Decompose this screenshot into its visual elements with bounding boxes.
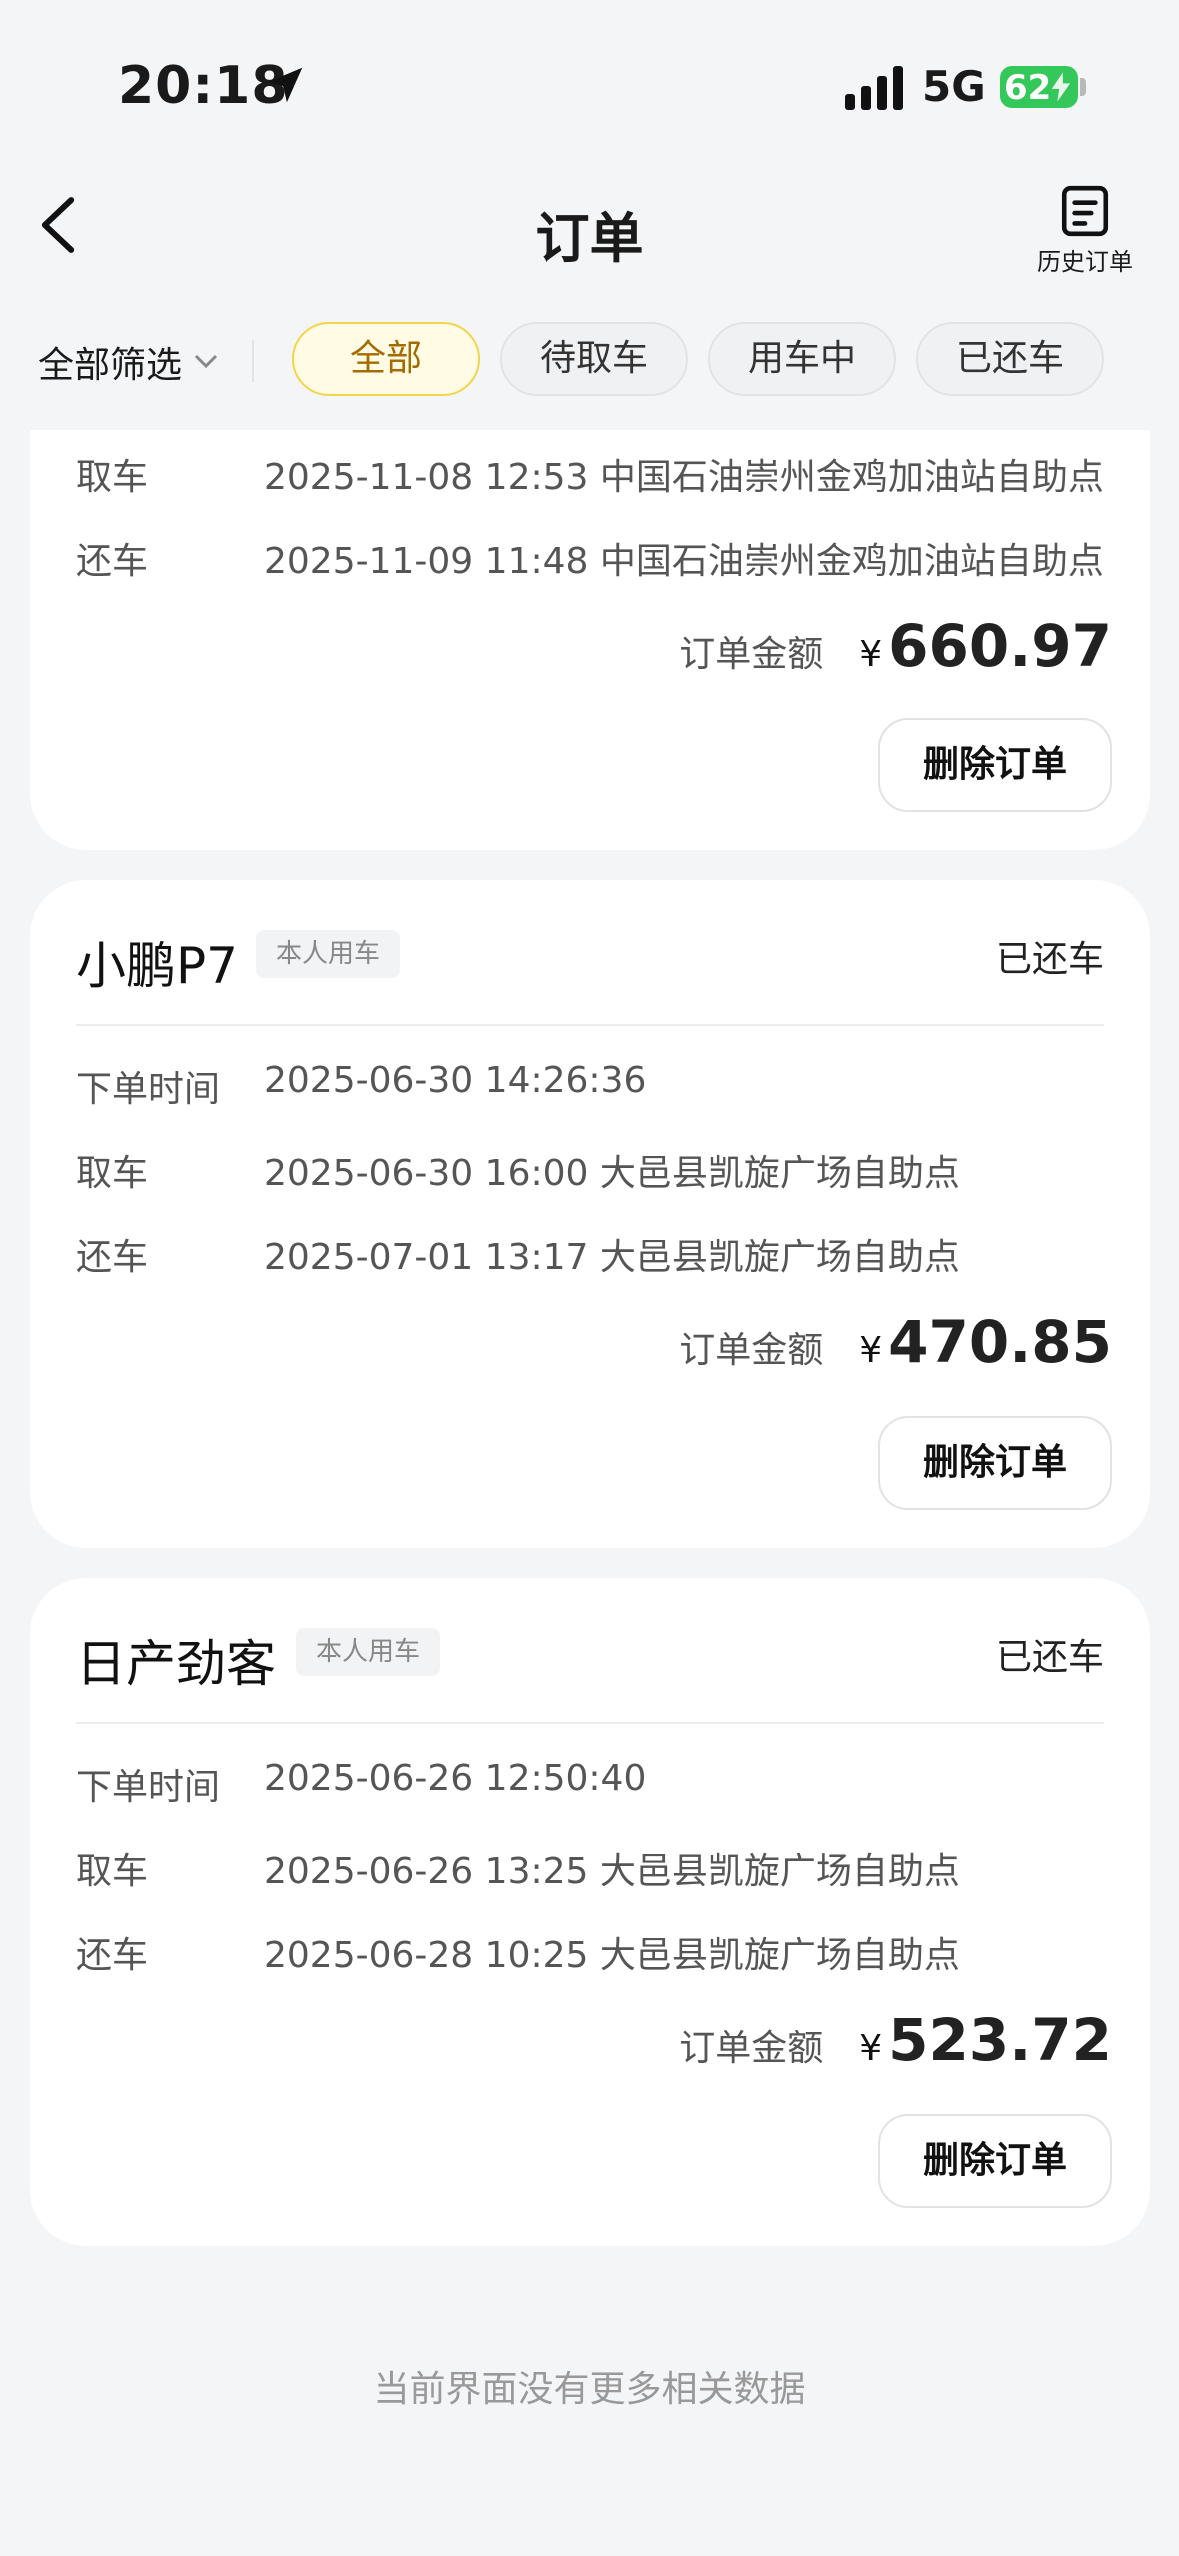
usage-tag: 本人用车 bbox=[296, 1628, 441, 1676]
amount-row: 订单金额 ¥ 470.85 bbox=[679, 1308, 1112, 1378]
location-arrow-icon bbox=[267, 67, 303, 103]
pickup-row: 取车 2025-06-26 13:25 大邑县凯旋广场自助点 bbox=[76, 1842, 1120, 1892]
battery-cap bbox=[1080, 78, 1086, 96]
amount-label: 订单金额 bbox=[679, 1330, 824, 1371]
page-title: 订单 bbox=[535, 207, 644, 270]
charging-bolt-icon bbox=[1051, 72, 1071, 102]
currency-symbol: ¥ bbox=[859, 634, 883, 675]
delete-order-button[interactable]: 删除订单 bbox=[878, 718, 1112, 812]
order-card[interactable]: 日产劲客 本人用车 已还车 下单时间 2025-06-26 12:50:40 取… bbox=[30, 1578, 1150, 2246]
order-time-value: 2025-06-26 12:50:40 bbox=[264, 1758, 647, 1799]
order-amount: 470.85 bbox=[888, 1308, 1112, 1376]
delete-order-button[interactable]: 删除订单 bbox=[878, 2114, 1112, 2208]
tab-in-use[interactable]: 用车中 bbox=[708, 322, 896, 396]
return-value: 2025-06-28 10:25 大邑县凯旋广场自助点 bbox=[264, 1935, 960, 1976]
card-divider bbox=[76, 1024, 1104, 1026]
amount-label: 订单金额 bbox=[679, 634, 824, 675]
return-row: 还车 2025-06-28 10:25 大邑县凯旋广场自助点 bbox=[76, 1926, 1120, 1976]
tab-all[interactable]: 全部 bbox=[292, 322, 480, 396]
battery-level: 62 bbox=[1004, 68, 1052, 108]
order-amount: 660.97 bbox=[888, 612, 1112, 680]
signal-icon bbox=[845, 66, 903, 110]
car-name: 小鹏P7 bbox=[76, 937, 238, 995]
chevron-down-icon bbox=[194, 354, 218, 369]
pickup-label: 取车 bbox=[76, 1851, 149, 1892]
history-orders-label: 历史订单 bbox=[1037, 248, 1133, 276]
return-value: 2025-07-01 13:17 大邑县凯旋广场自助点 bbox=[264, 1237, 960, 1278]
order-card[interactable]: 取车 2025-11-08 12:53 中国石油崇州金鸡加油站自助点 还车 20… bbox=[30, 430, 1150, 850]
all-filter-dropdown[interactable]: 全部筛选 bbox=[38, 336, 218, 388]
pickup-value: 2025-11-08 12:53 中国石油崇州金鸡加油站自助点 bbox=[264, 457, 1104, 498]
order-amount: 523.72 bbox=[888, 2006, 1112, 2074]
order-status: 已还车 bbox=[995, 1637, 1104, 1678]
order-status: 已还车 bbox=[995, 939, 1104, 980]
document-list-icon bbox=[1061, 185, 1109, 237]
battery-icon: 62 bbox=[1000, 66, 1078, 108]
usage-tag: 本人用车 bbox=[256, 930, 401, 978]
currency-symbol: ¥ bbox=[859, 2028, 883, 2069]
pickup-row: 取车 2025-11-08 12:53 中国石油崇州金鸡加油站自助点 bbox=[76, 448, 1120, 498]
return-label: 还车 bbox=[76, 1935, 149, 1976]
amount-row: 订单金额 ¥ 523.72 bbox=[679, 2006, 1112, 2076]
order-time-label: 下单时间 bbox=[76, 1767, 221, 1808]
tab-returned[interactable]: 已还车 bbox=[916, 322, 1104, 396]
return-label: 还车 bbox=[76, 541, 149, 582]
pickup-label: 取车 bbox=[76, 457, 149, 498]
return-row: 还车 2025-11-09 11:48 中国石油崇州金鸡加油站自助点 bbox=[76, 532, 1120, 582]
tab-pending-pickup[interactable]: 待取车 bbox=[500, 322, 688, 396]
order-time-value: 2025-06-30 14:26:36 bbox=[264, 1060, 647, 1101]
currency-symbol: ¥ bbox=[859, 1330, 883, 1371]
filter-divider bbox=[252, 340, 254, 382]
return-row: 还车 2025-07-01 13:17 大邑县凯旋广场自助点 bbox=[76, 1228, 1120, 1278]
card-divider bbox=[76, 1722, 1104, 1724]
car-name: 日产劲客 bbox=[76, 1635, 276, 1693]
amount-label: 订单金额 bbox=[679, 2028, 824, 2069]
history-orders-button[interactable]: 历史订单 bbox=[1020, 184, 1150, 294]
amount-row: 订单金额 ¥ 660.97 bbox=[679, 612, 1112, 682]
order-card[interactable]: 小鹏P7 本人用车 已还车 下单时间 2025-06-30 14:26:36 取… bbox=[30, 880, 1150, 1548]
network-type: 5G bbox=[922, 62, 986, 111]
no-more-data-text: 当前界面没有更多相关数据 bbox=[373, 2369, 806, 2410]
all-filter-label: 全部筛选 bbox=[38, 345, 183, 386]
order-time-row: 下单时间 2025-06-30 14:26:36 bbox=[76, 1060, 1120, 1110]
status-bar: 20:18 5G 62 bbox=[0, 0, 1179, 150]
pickup-row: 取车 2025-06-30 16:00 大邑县凯旋广场自助点 bbox=[76, 1144, 1120, 1194]
pickup-value: 2025-06-30 16:00 大邑县凯旋广场自助点 bbox=[264, 1153, 960, 1194]
pickup-value: 2025-06-26 13:25 大邑县凯旋广场自助点 bbox=[264, 1851, 960, 1892]
return-value: 2025-11-09 11:48 中国石油崇州金鸡加油站自助点 bbox=[264, 541, 1104, 582]
pickup-label: 取车 bbox=[76, 1153, 149, 1194]
delete-order-button[interactable]: 删除订单 bbox=[878, 1416, 1112, 1510]
filter-row: 全部筛选 全部 待取车 用车中 已还车 bbox=[0, 318, 1179, 398]
return-label: 还车 bbox=[76, 1237, 149, 1278]
order-time-row: 下单时间 2025-06-26 12:50:40 bbox=[76, 1758, 1120, 1808]
order-time-label: 下单时间 bbox=[76, 1069, 221, 1110]
nav-bar: 订单 历史订单 bbox=[0, 170, 1179, 290]
